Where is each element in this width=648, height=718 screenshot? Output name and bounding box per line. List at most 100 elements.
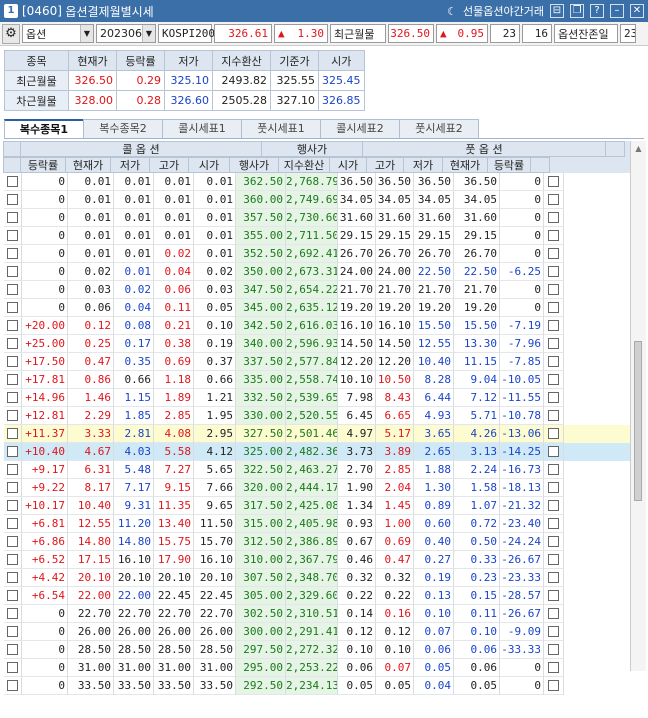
table-row[interactable]: 0 0.01 0.01 0.01 0.01 357.50 2,730.60 31.60 31.6… (4, 209, 644, 227)
table-row[interactable]: +9.17 6.31 5.48 7.27 5.65 322.50 2,463.27 2.70 2… (4, 461, 644, 479)
row-checkbox[interactable] (544, 245, 564, 263)
checkbox-icon[interactable] (548, 266, 559, 277)
table-row[interactable]: 0 33.50 33.50 33.50 33.50 292.50 2,234.13 0.05 0… (4, 677, 644, 695)
row-checkbox[interactable] (544, 443, 564, 461)
table-row[interactable]: +12.81 2.29 1.85 2.85 1.95 330.00 2,520.55 6.45… (4, 407, 644, 425)
row-checkbox[interactable] (544, 641, 564, 659)
checkbox-icon[interactable] (548, 626, 559, 637)
row-checkbox[interactable] (4, 299, 22, 317)
row-checkbox[interactable] (544, 407, 564, 425)
table-row[interactable]: 0 0.02 0.01 0.04 0.02 350.00 2,673.31 24.00 24.0… (4, 263, 644, 281)
tab-multi-1[interactable]: 복수종목1 (4, 119, 84, 138)
checkbox-icon[interactable] (7, 410, 18, 421)
checkbox-icon[interactable] (7, 554, 18, 565)
help-icon[interactable]: ? (590, 4, 604, 18)
row-checkbox[interactable] (4, 191, 22, 209)
checkbox-icon[interactable] (548, 608, 559, 619)
summary-row-near[interactable]: 최근월물 326.50 0.29 325.10 2493.82 325.55 3… (4, 70, 365, 91)
row-checkbox[interactable] (544, 281, 564, 299)
row-checkbox[interactable] (544, 299, 564, 317)
checkbox-icon[interactable] (548, 410, 559, 421)
row-checkbox[interactable] (544, 461, 564, 479)
table-row[interactable]: +6.86 14.80 14.80 15.75 15.70 312.50 2,386.89 0… (4, 533, 644, 551)
table-row[interactable]: +17.81 0.86 0.66 1.18 0.66 335.00 2,558.74 10.1… (4, 371, 644, 389)
row-checkbox[interactable] (544, 551, 564, 569)
checkbox-icon[interactable] (7, 266, 18, 277)
vertical-scrollbar[interactable]: ▲ (630, 141, 646, 671)
tab-put-sheet-2[interactable]: 풋시세표2 (399, 119, 479, 138)
checkbox-icon[interactable] (548, 590, 559, 601)
table-row[interactable]: 0 22.70 22.70 22.70 22.70 302.50 2,310.51 0.14 0… (4, 605, 644, 623)
table-row[interactable]: +10.40 4.67 4.03 5.58 4.12 325.00 2,482.36 3.73… (4, 443, 644, 461)
table-row[interactable]: +14.96 1.46 1.15 1.89 1.21 332.50 2,539.65 7.98… (4, 389, 644, 407)
row-checkbox[interactable] (4, 173, 22, 191)
checkbox-icon[interactable] (548, 248, 559, 259)
row-checkbox[interactable] (4, 533, 22, 551)
checkbox-icon[interactable] (7, 572, 18, 583)
checkbox-icon[interactable] (548, 572, 559, 583)
row-checkbox[interactable] (544, 371, 564, 389)
checkbox-icon[interactable] (548, 176, 559, 187)
row-checkbox[interactable] (544, 263, 564, 281)
row-checkbox[interactable] (4, 335, 22, 353)
checkbox-icon[interactable] (7, 680, 18, 691)
checkbox-icon[interactable] (548, 284, 559, 295)
row-checkbox[interactable] (4, 551, 22, 569)
row-checkbox[interactable] (4, 353, 22, 371)
row-checkbox[interactable] (4, 641, 22, 659)
checkbox-icon[interactable] (7, 212, 18, 223)
checkbox-icon[interactable] (7, 518, 18, 529)
row-checkbox[interactable] (544, 425, 564, 443)
table-row[interactable]: +25.00 0.25 0.17 0.38 0.19 340.00 2,596.93 14.5… (4, 335, 644, 353)
checkbox-icon[interactable] (7, 644, 18, 655)
row-checkbox[interactable] (4, 371, 22, 389)
gear-icon[interactable]: ⚙ (2, 23, 20, 44)
close-icon[interactable]: ✕ (630, 4, 644, 18)
table-row[interactable]: +20.00 0.12 0.08 0.21 0.10 342.50 2,616.03 16.1… (4, 317, 644, 335)
checkbox-icon[interactable] (548, 680, 559, 691)
table-row[interactable]: +6.81 12.55 11.20 13.40 11.50 315.00 2,405.98 0… (4, 515, 644, 533)
checkbox-icon[interactable] (7, 302, 18, 313)
checkbox-icon[interactable] (548, 428, 559, 439)
checkbox-icon[interactable] (548, 536, 559, 547)
table-row[interactable]: 0 0.01 0.01 0.01 0.01 360.00 2,749.69 34.05 34.0… (4, 191, 644, 209)
checkbox-icon[interactable] (548, 662, 559, 673)
row-checkbox[interactable] (544, 173, 564, 191)
checkbox-icon[interactable] (7, 662, 18, 673)
row-checkbox[interactable] (544, 515, 564, 533)
table-row[interactable]: 0 26.00 26.00 26.00 26.00 300.00 2,291.41 0.12 0… (4, 623, 644, 641)
row-checkbox[interactable] (4, 227, 22, 245)
row-checkbox[interactable] (544, 353, 564, 371)
row-checkbox[interactable] (4, 569, 22, 587)
tab-put-sheet-1[interactable]: 풋시세표1 (241, 119, 321, 138)
checkbox-icon[interactable] (7, 248, 18, 259)
row-checkbox[interactable] (4, 587, 22, 605)
row-checkbox[interactable] (544, 623, 564, 641)
checkbox-icon[interactable] (7, 176, 18, 187)
checkbox-icon[interactable] (548, 482, 559, 493)
row-checkbox[interactable] (4, 389, 22, 407)
table-row[interactable]: +6.52 17.15 16.10 17.90 16.10 310.00 2,367.79 0… (4, 551, 644, 569)
row-checkbox[interactable] (4, 623, 22, 641)
row-checkbox[interactable] (544, 191, 564, 209)
checkbox-icon[interactable] (7, 320, 18, 331)
checkbox-icon[interactable] (7, 392, 18, 403)
row-checkbox[interactable] (544, 335, 564, 353)
checkbox-icon[interactable] (7, 374, 18, 385)
checkbox-icon[interactable] (7, 626, 18, 637)
table-row[interactable]: +9.22 8.17 7.17 9.15 7.66 320.00 2,444.17 1.90 2… (4, 479, 644, 497)
checkbox-icon[interactable] (548, 194, 559, 205)
row-checkbox[interactable] (4, 245, 22, 263)
checkbox-icon[interactable] (7, 230, 18, 241)
chevron-down-icon[interactable]: ▼ (142, 25, 155, 42)
table-row[interactable]: +17.50 0.47 0.35 0.69 0.37 337.50 2,577.84 12.2… (4, 353, 644, 371)
table-row[interactable]: +11.37 3.33 2.81 4.08 2.95 327.50 2,501.46 4.97… (4, 425, 644, 443)
checkbox-icon[interactable] (548, 500, 559, 511)
checkbox-icon[interactable] (7, 536, 18, 547)
row-checkbox[interactable] (544, 569, 564, 587)
checkbox-icon[interactable] (548, 356, 559, 367)
tab-call-sheet-2[interactable]: 콜시세표2 (320, 119, 400, 138)
row-checkbox[interactable] (4, 443, 22, 461)
table-row[interactable]: 0 0.06 0.04 0.11 0.05 345.00 2,635.12 19.20 19.2… (4, 299, 644, 317)
summary-row-next[interactable]: 차근월물 328.00 0.28 326.60 2505.28 327.10 3… (4, 90, 365, 111)
